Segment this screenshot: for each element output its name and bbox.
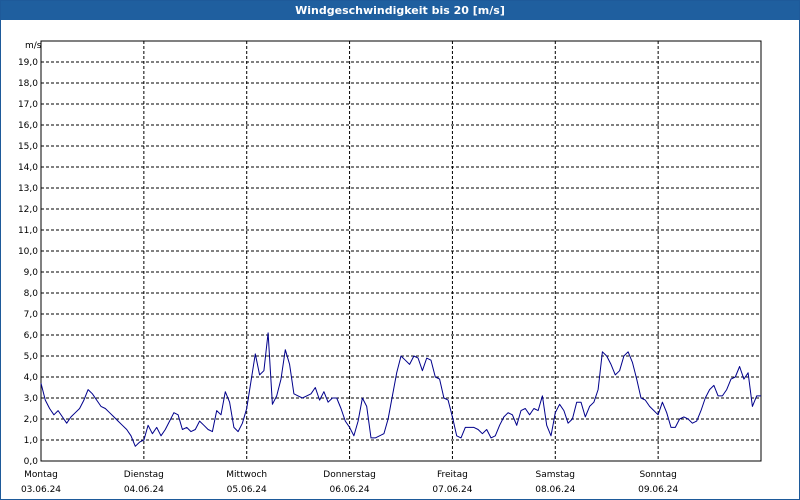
- series-line-wind-speed: [40, 332, 761, 447]
- x-tick-date: 06.06.24: [330, 485, 370, 495]
- x-tick-day: Donnerstag: [323, 470, 376, 480]
- y-tick-label: 17,0: [18, 100, 38, 110]
- wind-speed-chart: m/s 0,0 1,0 2,0 3,0 4,0 5,0 6,0 7,0 8,0 9,0 10,0 11…: [18, 40, 762, 495]
- series-layer: [40, 332, 761, 447]
- x-tick-date: 05.06.24: [227, 485, 267, 495]
- x-tick-day: Montag: [24, 470, 58, 480]
- x-tick-day: Mittwoch: [226, 470, 267, 480]
- chart-window: Windgeschwindigkeit bis 20 [m/s] m/s 0,0…: [0, 0, 800, 500]
- x-tick-date: 03.06.24: [21, 485, 61, 495]
- chart-title: Windgeschwindigkeit bis 20 [m/s]: [1, 1, 799, 20]
- y-tick-label: 8,0: [24, 289, 39, 299]
- y-tick-label: 13,0: [18, 184, 38, 194]
- y-axis-label: m/s: [25, 41, 42, 51]
- y-tick-label: 5,0: [24, 352, 39, 362]
- x-tick-day: Sonntag: [639, 470, 676, 480]
- grid: [41, 41, 761, 461]
- x-tick-date: 07.06.24: [432, 485, 472, 495]
- x-tick-labels: Montag 03.06.24 Dienstag 04.06.24 Mittwoch 05…: [21, 470, 678, 495]
- y-tick-label: 3,0: [24, 394, 39, 404]
- y-tick-label: 18,0: [18, 79, 38, 89]
- y-tick-labels: 0,0 1,0 2,0 3,0 4,0 5,0 6,0 7,0 8,0 9,0 10,0 11,0 12…: [18, 58, 38, 467]
- y-tick-label: 14,0: [18, 163, 38, 173]
- y-tick-label: 12,0: [18, 205, 38, 215]
- y-tick-label: 6,0: [24, 331, 39, 341]
- x-tick-date: 09.06.24: [638, 485, 678, 495]
- y-tick-label: 10,0: [18, 247, 38, 257]
- y-tick-label: 11,0: [18, 226, 38, 236]
- y-tick-label: 1,0: [24, 436, 39, 446]
- x-tick-day: Freitag: [437, 470, 468, 480]
- x-tick-day: Samstag: [536, 470, 575, 480]
- x-tick-date: 04.06.24: [124, 485, 164, 495]
- y-tick-label: 9,0: [24, 268, 39, 278]
- y-tick-label: 16,0: [18, 121, 38, 131]
- y-tick-label: 2,0: [24, 415, 39, 425]
- y-tick-label: 19,0: [18, 58, 38, 68]
- y-tick-label: 4,0: [24, 373, 39, 383]
- y-tick-label: 7,0: [24, 310, 39, 320]
- y-tick-label: 15,0: [18, 142, 38, 152]
- y-tick-label: 0,0: [24, 457, 39, 467]
- x-tick-date: 08.06.24: [535, 485, 575, 495]
- x-tick-day: Dienstag: [124, 470, 164, 480]
